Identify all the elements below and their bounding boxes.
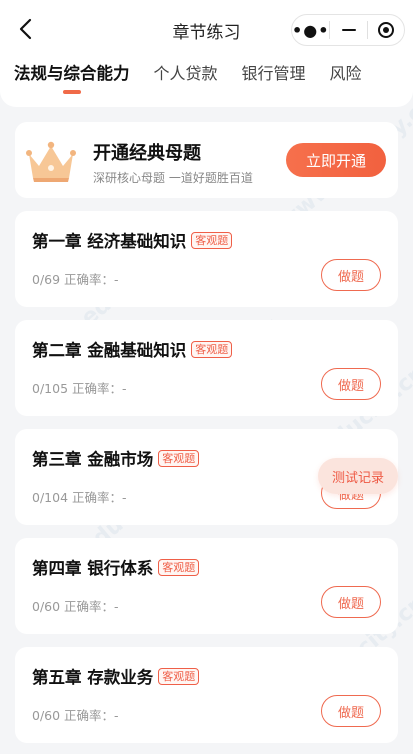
question-type-badge: 客观题 xyxy=(158,449,200,467)
chapter-heading: 第四章 银行体系 客观题 xyxy=(32,555,200,579)
close-button[interactable] xyxy=(368,15,404,45)
chapter-progress: 0/104 正确率：- xyxy=(32,490,127,505)
minus-icon xyxy=(341,28,356,32)
practice-button[interactable]: 做题 xyxy=(321,586,381,618)
subject-tabs: 法规与综合能力 个人贷款 银行管理 风险 xyxy=(14,62,413,102)
chapter-heading: 第五章 存款业务 客观题 xyxy=(32,664,200,688)
minimize-button[interactable] xyxy=(330,15,366,45)
question-type-badge: 客观题 xyxy=(191,340,233,358)
crown-icon xyxy=(26,141,76,182)
chapter-progress: 0/105 正确率：- xyxy=(32,381,127,396)
tab-regulations[interactable]: 法规与综合能力 xyxy=(14,62,130,102)
practice-button[interactable]: 做题 xyxy=(321,259,381,291)
question-type-badge: 客观题 xyxy=(158,558,200,576)
chapter-progress: 0/60 正确率：- xyxy=(32,599,119,614)
chapter-card[interactable]: 第一章 经济基础知识 客观题 0/69 正确率：- 做题 xyxy=(15,211,398,307)
chapter-title: 第二章 金融基础知识 xyxy=(32,341,187,360)
tab-personal-loans[interactable]: 个人贷款 xyxy=(154,62,218,102)
chapter-card[interactable]: 第五章 存款业务 客观题 0/60 正确率：- 做题 xyxy=(15,647,398,743)
chapter-heading: 第二章 金融基础知识 客观题 xyxy=(32,337,233,361)
promo-card: 开通经典母题 深研核心母题 一道好题胜百道 立即开通 xyxy=(15,122,398,198)
top-bar: 章节练习 •●• 法规与综合能力 个人贷款 银行管理 风险 xyxy=(0,0,413,107)
question-type-badge: 客观题 xyxy=(191,231,233,249)
chapter-title: 第一章 经济基础知识 xyxy=(32,232,187,251)
practice-button[interactable]: 做题 xyxy=(321,368,381,400)
chapter-title: 第三章 金融市场 xyxy=(32,450,154,469)
close-target-icon xyxy=(377,22,394,38)
chapter-title: 第五章 存款业务 xyxy=(32,668,154,687)
test-record-button[interactable]: 测试记录 xyxy=(318,458,398,494)
chapter-progress: 0/60 正确率：- xyxy=(32,708,119,723)
open-now-button[interactable]: 立即开通 xyxy=(286,143,386,177)
mini-program-capsule: •●• xyxy=(291,14,405,46)
chapter-heading: 第三章 金融市场 客观题 xyxy=(32,446,200,470)
more-button[interactable]: •●• xyxy=(292,15,329,45)
tab-bank-management[interactable]: 银行管理 xyxy=(242,62,306,102)
chapter-progress: 0/69 正确率：- xyxy=(32,272,119,287)
chapter-title: 第四章 银行体系 xyxy=(32,559,154,578)
promo-title: 开通经典母题 xyxy=(93,143,201,164)
tab-risk[interactable]: 风险 xyxy=(330,62,362,102)
more-icon: •●• xyxy=(292,20,330,40)
chapter-card[interactable]: 第二章 金融基础知识 客观题 0/105 正确率：- 做题 xyxy=(15,320,398,416)
question-type-badge: 客观题 xyxy=(158,667,200,685)
promo-subtitle: 深研核心母题 一道好题胜百道 xyxy=(93,171,253,185)
chapter-heading: 第一章 经济基础知识 客观题 xyxy=(32,228,233,252)
chapter-card[interactable]: 第四章 银行体系 客观题 0/60 正确率：- 做题 xyxy=(15,538,398,634)
practice-button[interactable]: 做题 xyxy=(321,695,381,727)
